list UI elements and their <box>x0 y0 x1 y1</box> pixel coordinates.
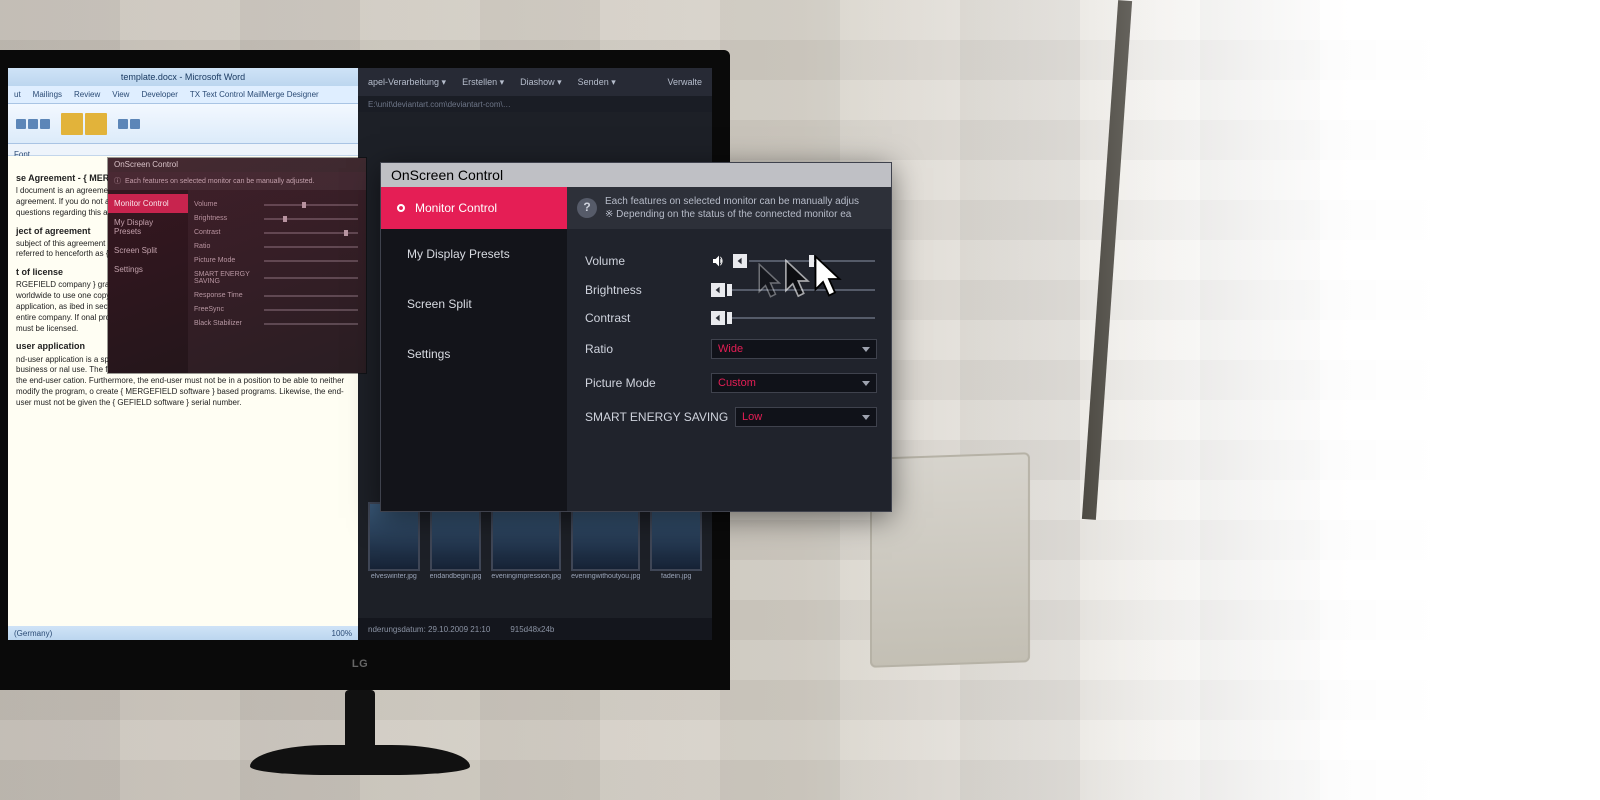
control-label: Ratio <box>585 342 711 356</box>
sidebar-item-screen-split[interactable]: Screen Split <box>108 241 188 260</box>
slider-track[interactable] <box>749 260 875 262</box>
picture-mode-select[interactable]: Custom <box>711 373 877 393</box>
chevron-down-icon <box>862 381 870 386</box>
menu-item[interactable]: Erstellen ▾ <box>462 77 504 88</box>
sidebar: Monitor Control My Display Presets Scree… <box>108 190 188 373</box>
photo-manager-menu: apel-Verarbeitung ▾ Erstellen ▾ Diashow … <box>358 68 712 96</box>
sidebar-item-monitor-control[interactable]: Monitor Control <box>381 187 567 229</box>
status-modified: nderungsdatum: 29.10.2009 21:10 <box>368 625 490 634</box>
monitor-logo: LG <box>352 658 368 670</box>
select-value: Wide <box>718 343 743 355</box>
thumbnail[interactable]: elveswinter.jpg <box>368 502 420 580</box>
control-label: Volume <box>585 254 711 268</box>
controls-list: Volume Brightness <box>567 229 891 511</box>
laptop-prop <box>870 452 1030 668</box>
word-titlebar: template.docx - Microsoft Word <box>8 68 358 86</box>
control-label: Contrast <box>585 311 711 325</box>
thumbnail[interactable]: eveningwithoutyou.jpg <box>571 502 640 580</box>
info-banner: ? Each features on selected monitor can … <box>567 187 891 229</box>
word-ribbon-tabs: ut Mailings Review View Developer TX Tex… <box>8 86 358 104</box>
window-title: OnScreen Control <box>381 163 891 187</box>
select-value: Low <box>742 411 762 423</box>
word-tab[interactable]: ut <box>8 86 27 103</box>
status-language: (Germany) <box>14 629 52 638</box>
word-ruler: Font <box>8 144 358 156</box>
word-tab[interactable]: View <box>106 86 135 103</box>
monitor-stand <box>250 690 470 800</box>
contrast-slider[interactable] <box>711 311 877 325</box>
decrement-button[interactable] <box>733 254 747 268</box>
status-dimensions: 915d48x24b <box>510 625 554 634</box>
control-volume: Volume <box>585 253 877 269</box>
window-title: OnScreen Control <box>108 158 366 172</box>
sidebar-item-presets[interactable]: My Display Presets <box>381 229 567 279</box>
control-label: SMART ENERGY SAVING <box>585 410 735 424</box>
slider-handle[interactable] <box>809 255 814 267</box>
menu-item[interactable]: Senden ▾ <box>578 77 616 88</box>
photo-manager-path: E:\unit\deviantart.com\deviantart-com\… <box>358 96 712 112</box>
volume-slider[interactable] <box>733 254 877 268</box>
thumbnail[interactable]: endandbegin.jpg <box>430 502 482 580</box>
menu-item[interactable]: Diashow ▾ <box>520 77 562 88</box>
control-brightness: Brightness <box>585 283 877 297</box>
control-label: Brightness <box>585 283 711 297</box>
word-tab[interactable]: TX Text Control MailMerge Designer <box>184 86 325 103</box>
info-banner: ⓘEach features on selected monitor can b… <box>108 172 366 190</box>
sidebar-item-monitor-control[interactable]: Monitor Control <box>108 194 188 213</box>
control-smart-energy: SMART ENERGY SAVING Low <box>585 407 877 427</box>
thumbnail[interactable]: fadein.jpg <box>650 502 702 580</box>
sidebar-item-screen-split[interactable]: Screen Split <box>381 279 567 329</box>
sidebar-item-settings[interactable]: Settings <box>381 329 567 379</box>
control-picture-mode: Picture Mode Custom <box>585 373 877 393</box>
sidebar-item-label: Monitor Control <box>415 201 497 215</box>
select-value: Custom <box>718 377 756 389</box>
word-tab[interactable]: Review <box>68 86 106 103</box>
menu-item[interactable]: apel-Verarbeitung ▾ <box>368 77 446 88</box>
status-zoom: 100% <box>332 629 352 638</box>
brightness-slider[interactable] <box>711 283 877 297</box>
main-panel: ? Each features on selected monitor can … <box>567 187 891 511</box>
photo-manager-status: nderungsdatum: 29.10.2009 21:10 915d48x2… <box>358 618 712 640</box>
speaker-icon[interactable] <box>711 253 727 269</box>
word-tab[interactable]: Mailings <box>27 86 68 103</box>
slider-track[interactable] <box>727 289 875 291</box>
thumbnail[interactable]: eveningimpression.jpg <box>491 502 561 580</box>
info-line: Each features on selected monitor can be… <box>605 195 859 208</box>
control-label: Picture Mode <box>585 376 711 390</box>
word-ribbon <box>8 104 358 144</box>
chevron-down-icon <box>862 415 870 420</box>
ratio-select[interactable]: Wide <box>711 339 877 359</box>
word-statusbar: (Germany) 100% <box>8 626 358 640</box>
control-ratio: Ratio Wide <box>585 339 877 359</box>
sidebar-item-settings[interactable]: Settings <box>108 260 188 279</box>
sidebar-item-presets[interactable]: My Display Presets <box>108 213 188 241</box>
slider-handle[interactable] <box>727 284 732 296</box>
controls-panel: Volume Brightness Contrast Ratio Picture… <box>188 190 366 373</box>
sidebar: Monitor Control My Display Presets Scree… <box>381 187 567 511</box>
menu-item[interactable]: Verwalte <box>667 77 702 87</box>
help-icon: ? <box>577 198 597 218</box>
word-tab[interactable]: Developer <box>135 86 183 103</box>
thumbnail-strip: elveswinter.jpg endandbegin.jpg eveningi… <box>368 502 702 580</box>
chevron-down-icon <box>862 347 870 352</box>
radio-dot-icon <box>397 204 405 212</box>
control-contrast: Contrast <box>585 311 877 325</box>
info-line: ※ Depending on the status of the connect… <box>605 208 859 221</box>
smart-energy-select[interactable]: Low <box>735 407 877 427</box>
decrement-button[interactable] <box>711 311 725 325</box>
onscreen-control-small: OnScreen Control ⓘEach features on selec… <box>108 158 366 373</box>
decrement-button[interactable] <box>711 283 725 297</box>
slider-track[interactable] <box>727 317 875 319</box>
onscreen-control-window: OnScreen Control Monitor Control My Disp… <box>380 162 892 512</box>
slider-handle[interactable] <box>727 312 732 324</box>
